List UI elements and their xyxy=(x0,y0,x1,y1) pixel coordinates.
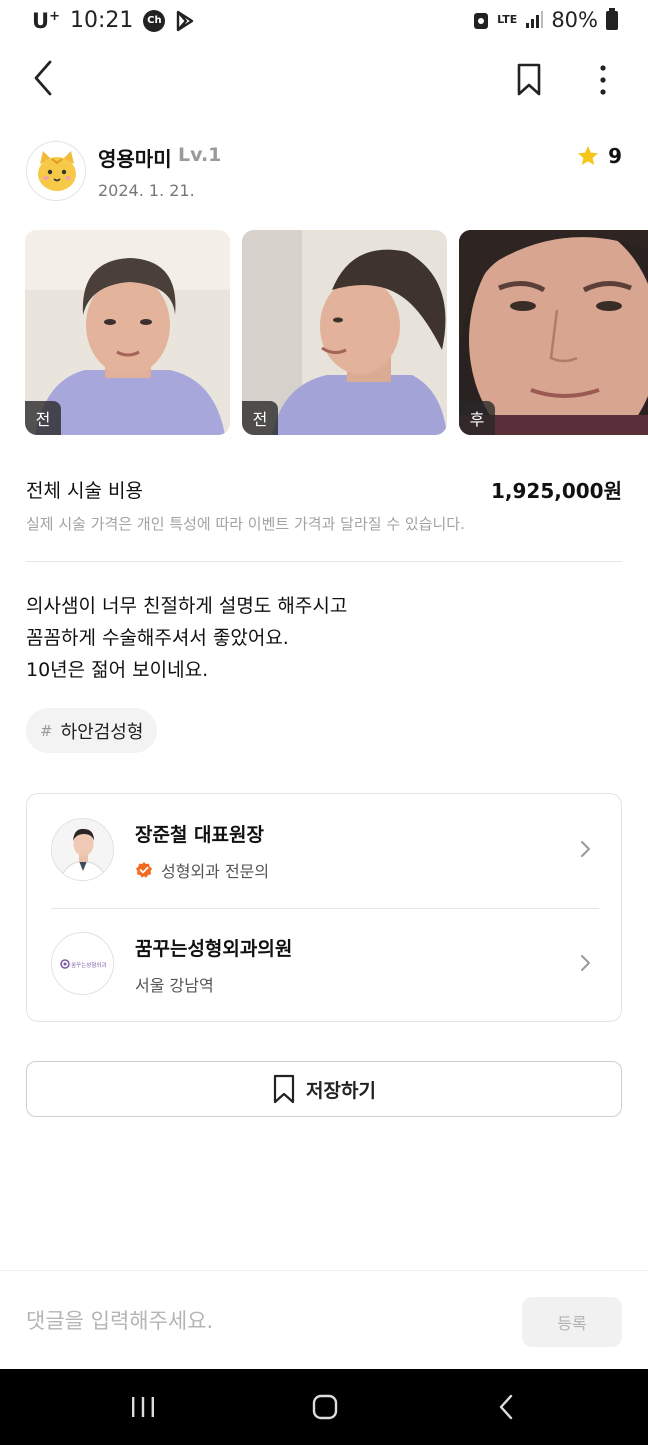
clinic-name: 꿈꾸는성형외과의원 xyxy=(135,938,293,960)
chevron-right-icon xyxy=(581,955,590,971)
review-photo-2[interactable]: 전 xyxy=(242,230,447,435)
procedure-tag-label: 하안검성형 xyxy=(60,721,144,743)
chevron-right-icon xyxy=(581,841,590,857)
review-line: 의사샘이 너무 친절하게 설명도 해주시고 xyxy=(26,595,348,617)
recent-apps-icon[interactable] xyxy=(130,1395,156,1419)
cost-note: 실제 시술 가격은 개인 특성에 따라 이벤트 가격과 달라질 수 있습니다. xyxy=(26,515,465,533)
clock: 10:21 xyxy=(69,8,134,33)
review-line: 꼼꼼하게 수술해주셔서 좋았어요. xyxy=(26,627,289,649)
save-button[interactable]: 저장하기 xyxy=(26,1061,622,1117)
network-label: LTE xyxy=(497,13,518,26)
submit-comment-button[interactable]: 등록 xyxy=(522,1297,622,1347)
verified-badge-icon xyxy=(136,862,152,878)
system-back-icon[interactable] xyxy=(497,1393,515,1421)
photo-tag: 후 xyxy=(459,401,495,435)
clinic-row[interactable]: 꿈꾸는성형외과 꿈꾸는성형외과의원 서울 강남역 xyxy=(27,908,621,1022)
home-icon[interactable] xyxy=(312,1393,338,1421)
doctor-specialty-label: 성형외과 전문의 xyxy=(161,862,270,881)
doctor-specialty: 성형외과 전문의 xyxy=(135,858,269,882)
clinic-logo: 꿈꾸는성형외과 xyxy=(51,932,114,995)
comment-bar: 등록 xyxy=(0,1270,648,1369)
doctor-avatar xyxy=(51,818,114,881)
battery-icon xyxy=(606,7,618,30)
doctor-clinic-card: 장준철 대표원장 성형외과 전문의 꿈꾸는성형외과 꿈꾸는성형외과의원 서울 강… xyxy=(26,793,622,1022)
carrier-label: U+ xyxy=(32,8,60,33)
doctor-name: 장준철 대표원장 xyxy=(135,824,264,846)
clinic-logo-icon: 꿈꾸는성형외과 xyxy=(52,933,113,994)
cost-value: 1,925,000원 xyxy=(490,479,622,503)
photo-tag: 전 xyxy=(242,401,278,435)
clinic-location-label: 서울 강남역 xyxy=(135,976,214,995)
review-line: 10년은 젊어 보이네요. xyxy=(26,659,209,681)
comment-input[interactable] xyxy=(26,1301,496,1341)
review-text: 의사샘이 너무 친절하게 설명도 해주시고 꼼꼼하게 수술해주셔서 좋았어요. … xyxy=(26,590,622,686)
bookmark-icon[interactable] xyxy=(512,60,546,98)
star-icon xyxy=(578,146,599,165)
hash-icon: # xyxy=(40,721,53,740)
rating-value: 9 xyxy=(608,144,622,168)
back-icon[interactable] xyxy=(26,56,62,100)
bookmark-icon xyxy=(273,1074,295,1104)
rating: 9 xyxy=(576,144,622,168)
clinic-location: 서울 강남역 xyxy=(135,972,214,996)
save-button-label: 저장하기 xyxy=(306,1079,376,1102)
top-nav xyxy=(0,52,648,104)
clinic-logo-text: 꿈꾸는성형외과 xyxy=(71,961,106,969)
more-vertical-icon[interactable] xyxy=(588,60,618,100)
play-store-icon xyxy=(177,10,194,31)
doctor-portrait-icon xyxy=(52,819,113,880)
username[interactable]: 영용마미 xyxy=(98,143,172,172)
status-right: LTE 80% xyxy=(473,7,618,32)
review-photo-1[interactable]: 전 xyxy=(25,230,230,435)
data-saver-icon xyxy=(474,13,489,29)
chat-notification-icon: Ch xyxy=(143,9,166,32)
status-left: U+ 10:21 Ch xyxy=(32,8,195,33)
cat-avatar-icon xyxy=(27,142,85,200)
divider xyxy=(26,561,622,562)
photo-tag: 전 xyxy=(25,401,61,435)
review-photo-3[interactable]: 후 xyxy=(459,230,648,435)
battery-percent: 80% xyxy=(551,8,598,32)
cost-label: 전체 시술 비용 xyxy=(26,480,143,502)
user-avatar[interactable] xyxy=(26,141,86,201)
signal-icon xyxy=(526,11,544,28)
procedure-tag[interactable]: # 하안검성형 xyxy=(26,708,158,753)
system-nav-bar xyxy=(0,1369,648,1445)
post-date: 2024. 1. 21. xyxy=(98,181,195,200)
doctor-row[interactable]: 장준철 대표원장 성형외과 전문의 xyxy=(27,794,621,908)
status-bar: U+ 10:21 Ch LTE 80% xyxy=(0,0,648,44)
user-level: Lv.1 xyxy=(178,144,222,166)
